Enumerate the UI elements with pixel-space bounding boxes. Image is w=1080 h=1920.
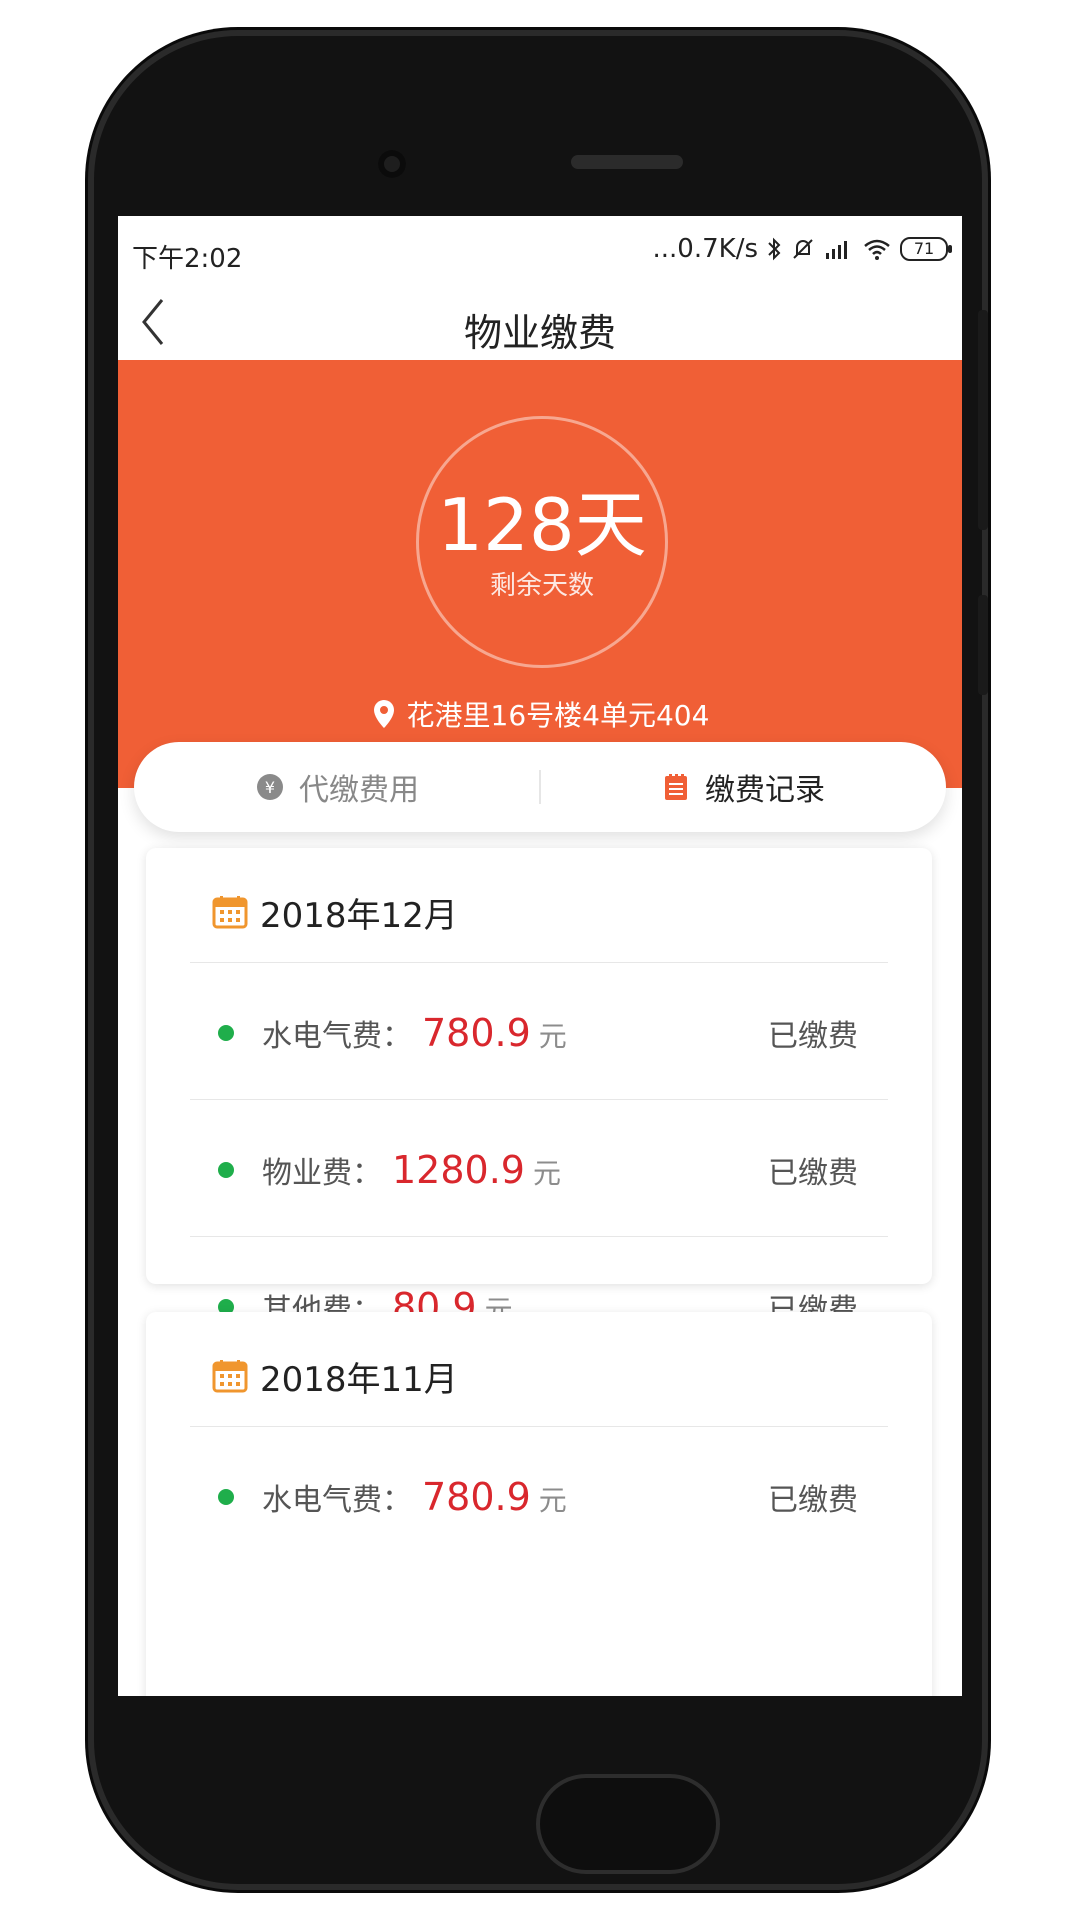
mute-icon: [793, 239, 813, 259]
card-month: 2018年12月: [260, 895, 458, 936]
record-card-2018-12: 2018年12月 水电气费： 780.9 元 已缴费 物业费： 1280.9 元 已缴费…: [146, 848, 932, 1329]
signal-icon: [826, 241, 847, 259]
power-button: [978, 595, 988, 695]
payment-status: 已缴费: [768, 1019, 858, 1054]
list-icon: [665, 774, 687, 800]
volume-button: [978, 310, 988, 530]
record-row[interactable]: 水电气费： 780.9 元 已缴费: [146, 1427, 932, 1563]
days-remaining-value: 128天: [437, 483, 647, 567]
front-camera: [378, 150, 406, 178]
card-month: 2018年11月: [260, 1359, 458, 1400]
fee-amount: 780.9: [422, 1011, 531, 1055]
app-screen: 下午2:02 ...0.7K/s 71 物业缴费 128天 剩余天数 花港里16…: [118, 216, 962, 1696]
card-title: 2018年11月: [146, 1312, 932, 1404]
svg-text:¥: ¥: [265, 778, 275, 797]
fee-unit: 元: [538, 1020, 567, 1053]
fee-amount: 780.9: [422, 1475, 531, 1519]
address: 花港里16号楼4单元404: [118, 694, 962, 734]
fee-unit: 元: [538, 1484, 567, 1517]
status-time: 下午2:02: [132, 244, 243, 274]
tab-pending-label: 代缴费用: [299, 773, 419, 808]
payment-status: 已缴费: [768, 1483, 858, 1518]
battery-indicator: 71: [900, 237, 952, 261]
card-title: 2018年12月: [146, 848, 932, 940]
fee-name: 水电气费：: [262, 1483, 412, 1518]
header-banner: 128天 剩余天数 花港里16号楼4单元404: [118, 360, 962, 788]
network-speed: ...0.7K/s: [652, 234, 759, 264]
calendar-icon: [212, 1360, 248, 1393]
location-pin-icon: [373, 700, 394, 728]
tab-records-label: 缴费记录: [705, 773, 825, 808]
battery-level: 71: [913, 239, 935, 258]
tab-payment-records[interactable]: 缴费记录: [540, 742, 946, 832]
tab-pending-payments[interactable]: ¥ 代缴费用: [134, 742, 540, 832]
address-text: 花港里16号楼4单元404: [406, 699, 710, 732]
bluetooth-icon: [768, 237, 781, 261]
record-card-2018-11: 2018年11月 水电气费： 780.9 元 已缴费: [146, 1312, 932, 1696]
status-dot: [218, 1162, 234, 1178]
days-remaining-label: 剩余天数: [489, 571, 594, 601]
status-bar: 下午2:02 ...0.7K/s 71: [118, 216, 962, 274]
fee-unit: 元: [532, 1157, 561, 1190]
earpiece-speaker: [571, 155, 683, 169]
wifi-icon: [864, 239, 890, 260]
page-title: 物业缴费: [463, 311, 616, 355]
fee-name: 水电气费：: [262, 1019, 412, 1054]
yen-icon: ¥: [257, 774, 283, 800]
fee-name: 物业费：: [262, 1156, 382, 1191]
tab-bar: ¥ 代缴费用 缴费记录: [134, 742, 946, 832]
status-dot: [218, 1025, 234, 1041]
days-ring: 128天 剩余天数: [416, 416, 668, 668]
record-row[interactable]: 物业费： 1280.9 元 已缴费: [146, 1100, 932, 1236]
fee-amount: 1280.9: [392, 1148, 525, 1192]
status-dot: [218, 1489, 234, 1505]
fee-label: 水电气费： 780.9 元: [262, 1011, 567, 1055]
home-button[interactable]: [536, 1774, 720, 1874]
payment-status: 已缴费: [768, 1156, 858, 1191]
calendar-icon: [212, 896, 248, 929]
record-row[interactable]: 水电气费： 780.9 元 已缴费: [146, 963, 932, 1099]
fee-label: 物业费： 1280.9 元: [262, 1148, 561, 1192]
fee-label: 水电气费： 780.9 元: [262, 1475, 567, 1519]
status-icons: ...0.7K/s 71: [652, 234, 952, 264]
